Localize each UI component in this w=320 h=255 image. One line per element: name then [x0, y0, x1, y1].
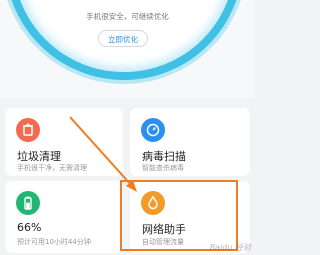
annotation-highlight-box [120, 180, 238, 251]
watermark: Baidu 经验 [209, 243, 251, 252]
